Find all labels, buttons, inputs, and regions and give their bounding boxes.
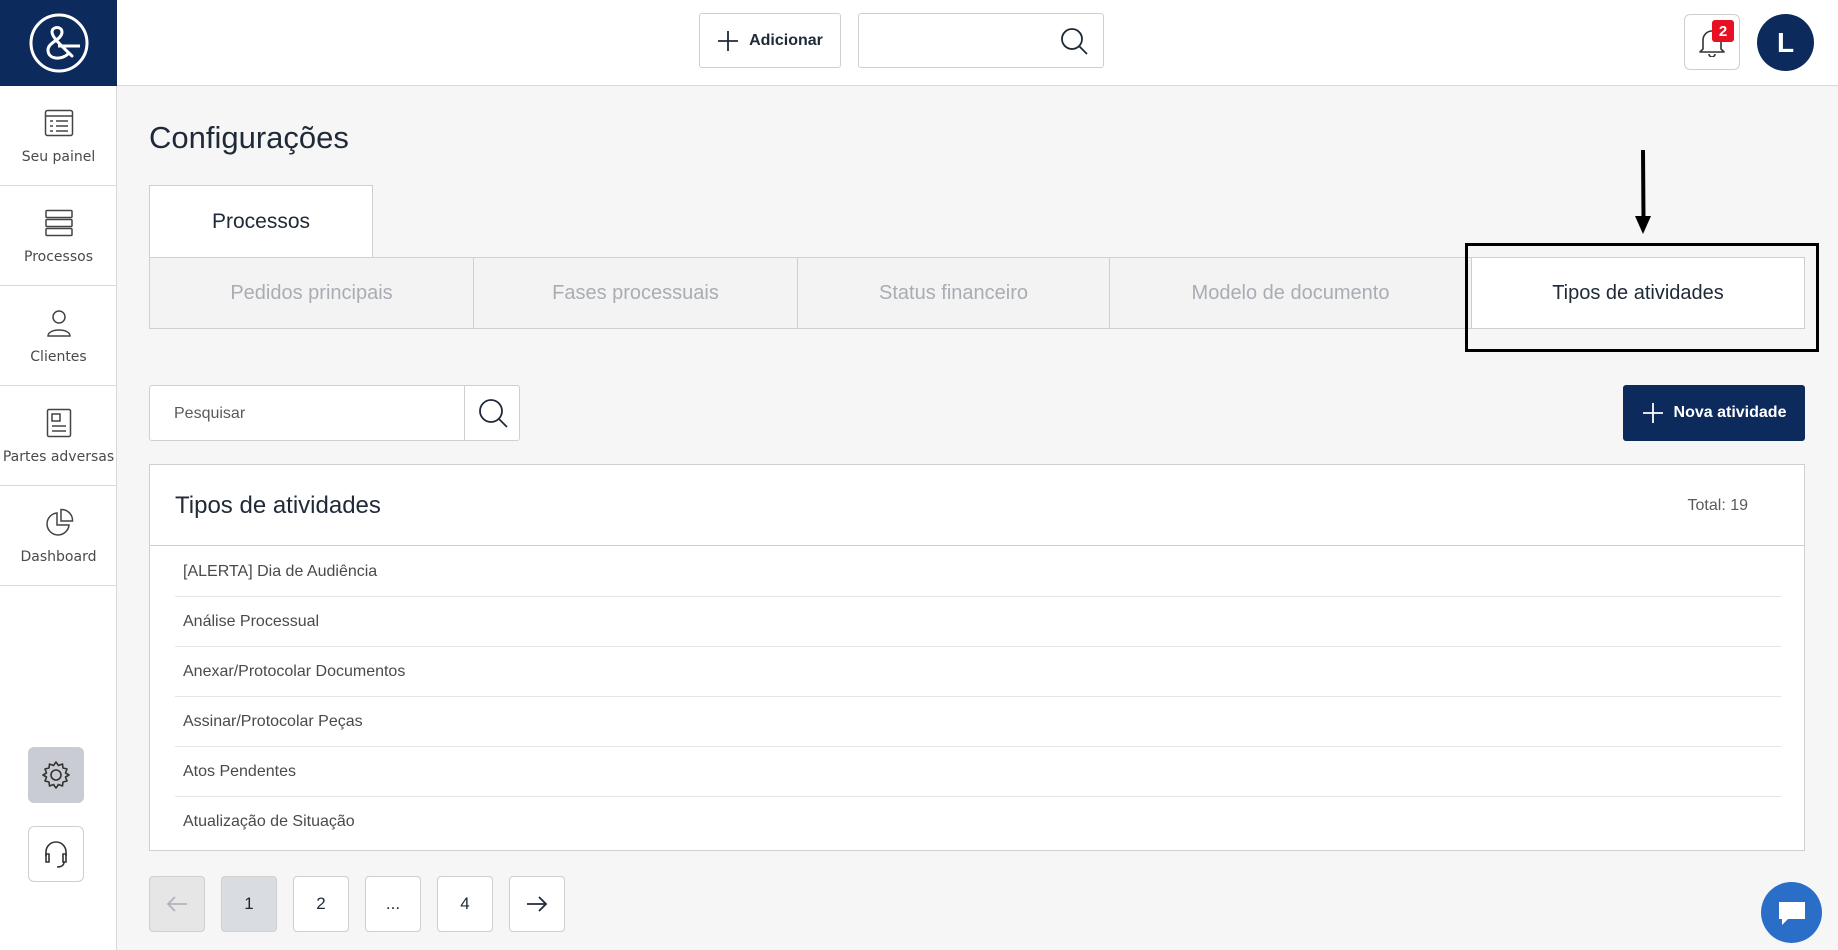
app-logo[interactable]: [0, 0, 117, 86]
chat-bubble-icon: [1778, 901, 1805, 925]
tab-processos[interactable]: Processos: [149, 185, 373, 257]
page-button-1[interactable]: 1: [221, 876, 277, 932]
next-page-button[interactable]: [509, 876, 565, 932]
search-icon[interactable]: [1059, 26, 1089, 56]
global-search: [858, 13, 1104, 68]
list-item[interactable]: Anexar/Protocolar Documentos: [175, 647, 1781, 697]
plus-icon: [1642, 403, 1663, 423]
sidebar-item-label: Dashboard: [20, 548, 97, 565]
sidebar-item-label: Processos: [24, 248, 93, 265]
stack-icon: [43, 207, 75, 239]
list-item[interactable]: Atualização de Situação: [175, 797, 1781, 847]
sidebar-item-label: Clientes: [30, 348, 87, 365]
page-ellipsis[interactable]: ...: [365, 876, 421, 932]
document-icon: [43, 407, 75, 439]
list-item[interactable]: Análise Processual: [175, 597, 1781, 647]
search-icon[interactable]: [477, 397, 509, 429]
page-button-4[interactable]: 4: [437, 876, 493, 932]
add-button[interactable]: Adicionar: [699, 13, 841, 68]
prev-page-button[interactable]: [149, 876, 205, 932]
new-activity-label: Nova atividade: [1673, 404, 1787, 421]
ampersand-logo-icon: [29, 13, 88, 73]
pie-chart-icon: [43, 507, 75, 539]
sidebar-item-label: Seu painel: [21, 148, 96, 165]
user-icon: [43, 307, 75, 339]
subtab-pedidos-principais[interactable]: Pedidos principais: [149, 257, 474, 329]
new-activity-button[interactable]: Nova atividade: [1623, 385, 1805, 441]
activity-search: [149, 385, 520, 441]
sidebar-item-label: Partes adversas: [2, 448, 115, 465]
sidebar-item-clientes[interactable]: Clientes: [0, 286, 117, 386]
notification-badge: 2: [1712, 20, 1734, 42]
plus-icon: [718, 30, 739, 51]
notifications-button[interactable]: 2: [1684, 14, 1740, 70]
sidebar-item-processos[interactable]: Processos: [0, 186, 117, 286]
activity-types-card: Tipos de atividades Total: 19 [ALERTA] D…: [149, 464, 1805, 851]
arrow-left-icon: [166, 896, 187, 912]
activity-search-input[interactable]: [174, 398, 454, 430]
subtab-status-financeiro[interactable]: Status financeiro: [797, 257, 1110, 329]
total-count: Total: 19: [1687, 497, 1748, 514]
settings-button[interactable]: [28, 747, 84, 803]
chat-button[interactable]: [1761, 882, 1822, 943]
list-item[interactable]: [ALERTA] Dia de Audiência: [175, 547, 1781, 597]
subtab-modelo-de-documento[interactable]: Modelo de documento: [1109, 257, 1472, 329]
sidebar-item-seu-painel[interactable]: Seu painel: [0, 86, 117, 186]
global-search-input[interactable]: [869, 24, 1049, 57]
card-title: Tipos de atividades: [175, 492, 381, 519]
gear-icon: [42, 761, 70, 789]
search-divider: [464, 386, 465, 440]
subtab-fases-processuais[interactable]: Fases processuais: [473, 257, 798, 329]
dashboard-list-icon: [43, 107, 75, 139]
sidebar: Seu painel Processos Clientes Partes adv…: [0, 0, 117, 950]
top-header: Adicionar 2 L: [117, 0, 1838, 86]
list-item[interactable]: Assinar/Protocolar Peças: [175, 697, 1781, 747]
page-button-2[interactable]: 2: [293, 876, 349, 932]
add-button-label: Adicionar: [749, 31, 823, 49]
highlight-annotation-box: [1465, 243, 1819, 352]
user-avatar[interactable]: L: [1757, 14, 1814, 71]
page-title: Configurações: [149, 120, 349, 155]
list-item[interactable]: Atos Pendentes: [175, 747, 1781, 797]
headset-icon: [45, 841, 67, 868]
support-button[interactable]: [28, 826, 84, 882]
activity-types-list: [ALERTA] Dia de Audiência Análise Proces…: [175, 547, 1781, 847]
sidebar-item-dashboard[interactable]: Dashboard: [0, 486, 117, 586]
sidebar-item-partes-adversas[interactable]: Partes adversas: [0, 386, 117, 486]
card-header: Tipos de atividades Total: 19: [150, 465, 1804, 546]
arrow-right-icon: [527, 896, 548, 912]
arrow-down-annotation-icon: [1635, 150, 1651, 234]
